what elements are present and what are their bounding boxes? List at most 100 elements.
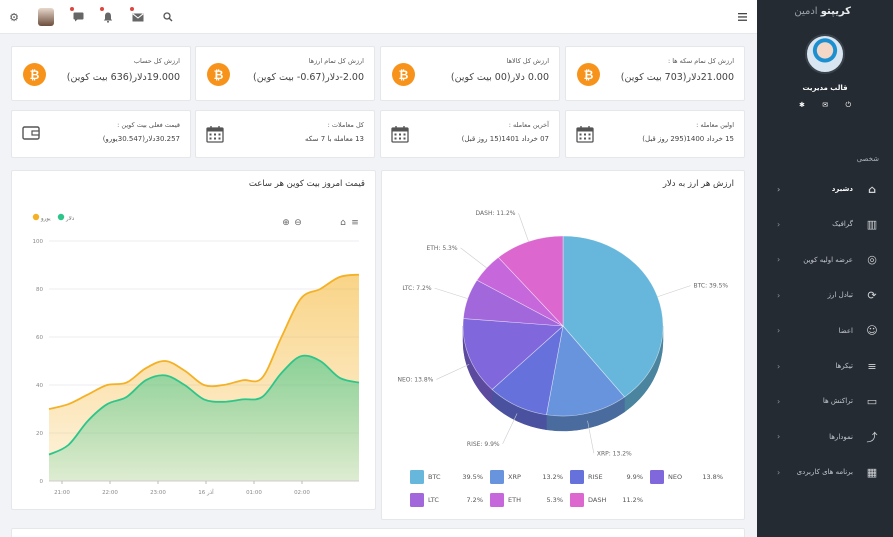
stat-value: 15 خرداد 1400(295 روز قبل): [642, 135, 734, 143]
pie-label: LTC: 7.2%: [402, 285, 431, 292]
sidebar-item-label: نمودارها: [829, 432, 853, 441]
stat-label: ارزش کل حساب: [133, 57, 180, 65]
x-tick-label: 21:00: [54, 490, 70, 496]
exchange-icon: ⟳: [867, 288, 877, 302]
pie-label: NEO: 13.8%: [397, 376, 433, 383]
sidebar-item-folder[interactable]: ▭ تراکنش ها ‹: [757, 390, 893, 412]
gear-icon[interactable]: ⚙: [5, 8, 23, 26]
bitcoin-icon: ₿: [577, 63, 600, 86]
settings-icon[interactable]: ✱: [799, 101, 805, 110]
legend-label: XRP: [508, 473, 521, 481]
chevron-left-icon: ‹: [777, 290, 781, 300]
brand-suffix: ادمین: [794, 6, 818, 17]
sidebar-item-label: تراکنش ها: [822, 397, 853, 406]
calendar-icon: [206, 125, 224, 143]
top-bar: ⚙: [0, 0, 757, 34]
stat-label: ارزش کل تمام ارزها: [308, 57, 364, 65]
legend-label: RISE: [588, 473, 603, 481]
pie-label: BTC: 39.5%: [694, 283, 729, 290]
trend-icon: ⤴: [866, 430, 878, 444]
chevron-left-icon: ‹: [777, 184, 781, 194]
chat-icon[interactable]: [69, 7, 87, 26]
calendar-icon: [391, 125, 409, 143]
chevron-left-icon: ‹: [777, 219, 781, 229]
sidebar-item-bar-chart[interactable]: ▥ گرافیک ‹: [757, 213, 893, 235]
search-icon[interactable]: [159, 8, 177, 26]
legend-value: 13.8%: [702, 473, 723, 481]
y-tick-label: 0: [40, 479, 44, 485]
chevron-left-icon: ‹: [777, 432, 781, 442]
sidebar-item-sliders[interactable]: ≡ تیکرها ‹: [757, 355, 893, 377]
pie-label: RISE: 9.9%: [467, 441, 500, 448]
legend-label: NEO: [668, 473, 682, 481]
zoom-in-icon[interactable]: ⊕: [282, 218, 290, 228]
stat-card: ₿ ارزش کل حساب 19.000دلار(636 بیت کوین): [11, 46, 191, 101]
legend-label: ETH: [508, 496, 521, 504]
reset-zoom-home-icon[interactable]: ⌂: [340, 218, 346, 228]
menu-toggle-icon[interactable]: [733, 8, 751, 26]
sidebar-section-title: شخصی: [856, 155, 879, 163]
pie-label: XRP: 13.2%: [597, 450, 632, 457]
stat-card: ₿ ارزش کل تمام ارزها 2.00-دلار(0.67- بیت ک…: [195, 46, 375, 101]
zoom-out-icon[interactable]: ⊖: [294, 218, 302, 228]
legend-label: LTC: [428, 496, 439, 504]
bitcoin-area-chart: 0 20 40 60 80 100 21:00 22:00 23:00 آذر 16 01:00 02…: [32, 213, 360, 496]
bitcoin-hourly-price-panel: قیمت امروز بیت کوین هر ساعت 0 20 40 60 80 100…: [11, 170, 376, 510]
stat-value: 0.00 دلار(00 بیت کوین): [450, 72, 549, 83]
sidebar-item-home[interactable]: ⌂ دشبرد ‹: [757, 178, 893, 200]
sidebar-item-compass[interactable]: ◎ عرضه اولیه کوین ‹: [757, 249, 893, 271]
legend-marker: [57, 213, 65, 221]
notification-dot: [100, 7, 104, 11]
y-tick-label: 100: [33, 239, 44, 245]
sidebar-item-grid[interactable]: ▦ برنامه های کاربردی ‹: [757, 461, 893, 483]
y-tick-label: 20: [36, 431, 43, 437]
brand-name: کریپتو: [820, 6, 851, 17]
mail-icon[interactable]: [129, 7, 147, 26]
x-tick-label: آذر 16: [198, 489, 214, 496]
stat-card: اولین معامله : 15 خرداد 1400(295 روز قبل): [565, 110, 745, 158]
bitcoin-icon: ₿: [392, 63, 415, 86]
calendar-icon: [576, 125, 594, 143]
sidebar-item-label: برنامه های کاربردی: [796, 468, 853, 477]
profile-avatar[interactable]: [805, 34, 845, 74]
series-area-dollar: [49, 355, 359, 481]
legend-label: DASH: [588, 496, 606, 504]
stat-card: ₿ ارزش کل کالاها 0.00 دلار(00 بیت کوین): [380, 46, 560, 101]
notification-dot: [70, 7, 74, 11]
sidebar-item-trend[interactable]: ⤴ نمودارها ‹: [757, 426, 893, 448]
y-tick-label: 60: [36, 335, 43, 341]
sidebar-item-exchange[interactable]: ⟳ تبادل ارز ‹: [757, 284, 893, 306]
sidebar-item-label: گرافیک: [832, 220, 853, 229]
chart-menu-icon[interactable]: ≡: [351, 218, 359, 228]
stat-label: ارزش کل کالاها: [506, 57, 549, 65]
legend-value: 5.3%: [546, 496, 563, 504]
bitcoin-icon: ₿: [207, 63, 230, 86]
x-tick-label: 01:00: [246, 490, 262, 496]
legend-marker: [32, 213, 40, 221]
chevron-left-icon: ‹: [777, 255, 781, 265]
stat-value: 13 معامله با 7 سکه: [305, 135, 364, 143]
power-icon[interactable]: ⏻: [845, 101, 851, 110]
avatar[interactable]: [38, 8, 54, 26]
sliders-icon: ≡: [867, 359, 877, 373]
stat-label: اولین معامله :: [696, 121, 734, 129]
legend-label: دلار: [65, 216, 75, 222]
stat-label: ارزش کل نمام سکه ها :: [667, 57, 734, 65]
chevron-left-icon: ‹: [777, 361, 781, 371]
compass-icon: ◎: [867, 253, 877, 267]
legend-value: 39.5%: [462, 473, 483, 481]
pie-label: DASH: 11.2%: [476, 210, 516, 217]
mail-icon[interactable]: ✉: [822, 101, 828, 110]
legend-value: 13.2%: [542, 473, 563, 481]
stat-label: آخرین معامله :: [508, 121, 549, 129]
home-icon: ⌂: [868, 182, 876, 196]
legend-marker: [410, 493, 424, 507]
x-tick-label: 02:00: [294, 490, 310, 496]
brand-logo[interactable]: کریپتو ادمین: [794, 6, 851, 17]
legend-value: 7.2%: [466, 496, 483, 504]
stat-value: 30.257دلار(30.547یورو): [102, 135, 180, 143]
bell-icon[interactable]: [99, 7, 117, 26]
currency-value-panel: ارزش هر ارز به دلار BTC: 39.5% XRP: 13.2%…: [381, 170, 745, 520]
sidebar-item-users[interactable]: ☺ اعضا ‹: [757, 320, 893, 342]
stat-card: کل معاملات : 13 معامله با 7 سکه: [195, 110, 375, 158]
